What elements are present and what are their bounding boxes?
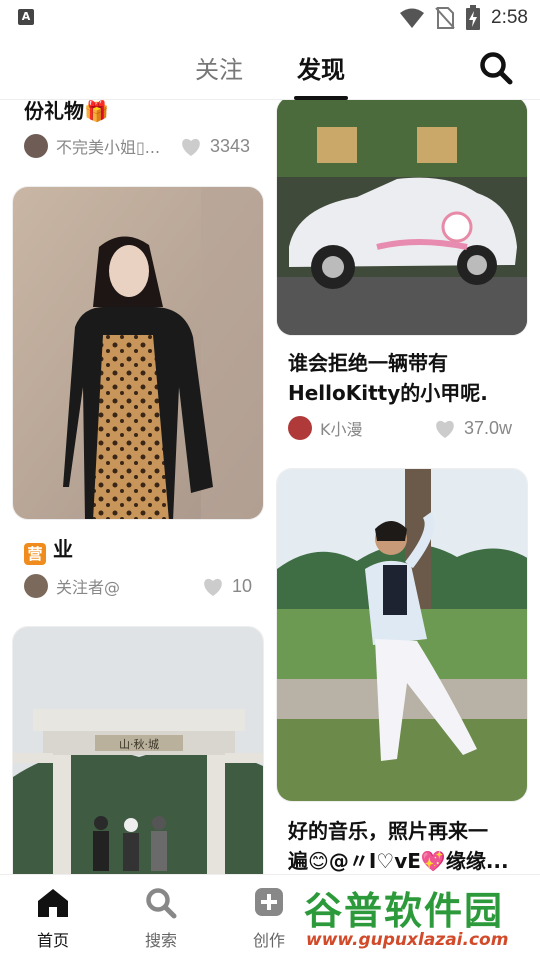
card-title[interactable]: 好的音乐，照片再来一 遍😊@〃I♡vE💖缘缘... [288, 816, 524, 874]
card-title[interactable]: 份礼物🎁 [24, 100, 109, 126]
heart-icon[interactable] [180, 137, 202, 157]
plus-icon [255, 888, 283, 916]
tab-discover[interactable]: 发现 [297, 50, 345, 85]
nav-search[interactable]: 搜索 [131, 887, 191, 951]
like-count[interactable]: 10 [202, 576, 252, 597]
discover-feed[interactable]: 份礼物🎁 不完美小姐▯... 3343 营 业 关注者@ 10 山·秋·城 谁会… [0, 100, 540, 874]
author-name: K小漫 [320, 420, 363, 439]
avatar [24, 134, 48, 158]
avatar [288, 416, 312, 440]
card-image[interactable]: 山·秋·城 [12, 626, 264, 874]
search-icon[interactable] [478, 50, 514, 86]
card-title-line: 遍😊@〃I♡vE💖缘缘... [288, 849, 509, 873]
home-icon [38, 889, 68, 917]
author-name: 关注者@ [56, 578, 121, 597]
tab-follow[interactable]: 关注 [195, 50, 243, 85]
card-image[interactable] [276, 100, 528, 336]
like-count[interactable]: 37.0w [434, 418, 512, 439]
card-title[interactable]: 谁会拒绝一辆带有HelloKitty的小甲呢. [288, 348, 518, 408]
status-icons: 2:58 [399, 5, 528, 31]
no-sim-icon [435, 7, 455, 29]
author-name: 不完美小姐▯... [56, 138, 161, 157]
like-count-value: 37.0w [464, 418, 513, 438]
avatar [24, 574, 48, 598]
gate-sign-text: 山·秋·城 [119, 737, 159, 751]
heart-icon[interactable] [202, 577, 224, 597]
battery-charging-icon [466, 5, 481, 30]
nav-home[interactable]: 首页 [23, 887, 83, 951]
photo-girl-park [277, 469, 527, 801]
photo-hellokitty-beetle-car [277, 100, 527, 335]
clock: 2:58 [491, 7, 528, 28]
watermark-title: 谷普软件园 [304, 889, 505, 933]
heart-icon[interactable] [434, 419, 456, 439]
status-bar: A 2:58 [0, 0, 540, 36]
app-notification-icon: A [18, 9, 34, 25]
nav-create-label: 创作 [252, 931, 285, 950]
top-tab-bar: 关注 发现 [0, 36, 540, 100]
card-author[interactable]: 关注者@ [24, 574, 120, 598]
site-watermark: 谷普软件园 www.gupuxlazai.com [296, 876, 536, 956]
like-count-value: 3343 [210, 136, 251, 156]
like-count-value: 10 [232, 576, 253, 596]
wifi-icon [400, 8, 425, 28]
business-badge-icon: 营 [24, 543, 46, 565]
card-author[interactable]: 不完美小姐▯... [24, 134, 160, 158]
nav-create[interactable]: 创作 [239, 887, 299, 951]
card-title-line: 好的音乐，照片再来一 [288, 819, 488, 843]
card-title[interactable]: 营 业 [24, 534, 73, 565]
watermark-url: www.gupuxlazai.com [306, 930, 509, 950]
nav-home-label: 首页 [36, 931, 69, 950]
card-title-text: 业 [52, 537, 73, 561]
card-author[interactable]: K小漫 [288, 416, 363, 440]
card-image[interactable] [276, 468, 528, 802]
search-icon [146, 888, 177, 919]
photo-mountain-gate: 山·秋·城 [13, 627, 263, 874]
like-count[interactable]: 3343 [180, 136, 250, 157]
card-image[interactable] [12, 186, 264, 520]
photo-girl-leopard-dress [13, 187, 263, 519]
nav-search-label: 搜索 [144, 931, 177, 950]
